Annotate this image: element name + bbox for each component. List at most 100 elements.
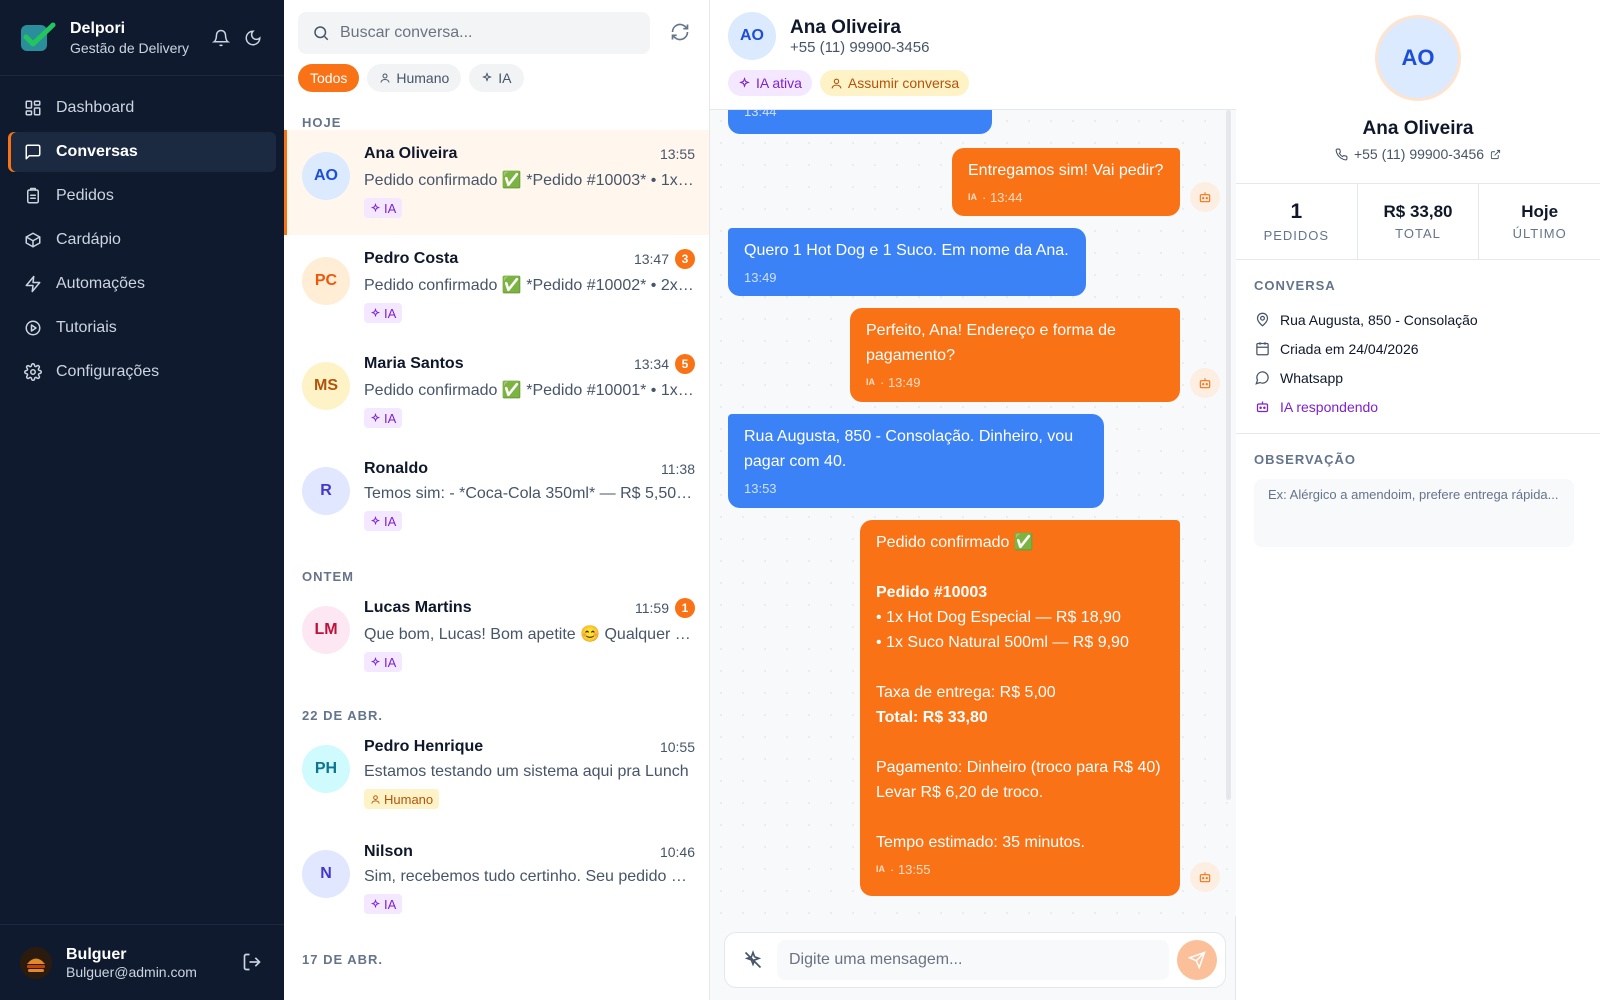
- filter-chip-ia[interactable]: IA: [469, 64, 524, 92]
- ia-tag: IA: [364, 511, 403, 531]
- avatar: R: [302, 467, 350, 515]
- message-time: 13:44: [989, 190, 1023, 205]
- unread-badge: 1: [675, 598, 695, 618]
- search-icon: [312, 24, 330, 42]
- contact-detail-panel: AO Ana Oliveira +55 (11) 99900-3456 1 PED…: [1236, 0, 1600, 1000]
- message-bubble: Entregamos sim! Vai pedir? IA · 13:44: [952, 148, 1180, 216]
- send-icon: [1188, 951, 1206, 969]
- message-text: • 1x Suco Natural 500ml — R$ 9,90: [876, 634, 1129, 651]
- logout-icon[interactable]: [242, 952, 264, 974]
- message-time: 13:49: [887, 375, 921, 390]
- unread-badge: 3: [675, 249, 695, 269]
- sparkle-icon: [739, 76, 750, 88]
- sidebar-item-label: Pedidos: [56, 187, 114, 204]
- sidebar-item-tutoriais[interactable]: Tutoriais: [8, 308, 276, 348]
- user-icon: [371, 794, 380, 804]
- sidebar-item-conversas[interactable]: Conversas: [8, 132, 276, 172]
- scrollbar[interactable]: [1226, 110, 1231, 800]
- ia-tag: IA: [364, 303, 403, 323]
- gear-icon: [24, 363, 42, 381]
- conversation-time: 11:38: [661, 461, 695, 477]
- user-name: Bulguer: [66, 945, 127, 963]
- info-row: Criada em 24/04/2026: [1254, 334, 1582, 363]
- sidebar-item-label: Tutoriais: [56, 319, 117, 336]
- sidebar-item-configurações[interactable]: Configurações: [8, 352, 276, 392]
- info-text: Criada em 24/04/2026: [1280, 340, 1419, 357]
- avatar: N: [302, 850, 350, 898]
- section-header: 17 DE ABR.: [302, 952, 384, 967]
- filter-chips: Todos Humano IA: [284, 54, 709, 92]
- robot-icon: [1190, 862, 1220, 892]
- stat-último: Hoje ÚLTIMO: [1479, 184, 1600, 259]
- sparkle-icon: [370, 202, 381, 212]
- sidebar-item-label: Conversas: [56, 143, 138, 160]
- chat-avatar: AO: [728, 12, 776, 60]
- filter-chip-todos[interactable]: Todos: [298, 64, 360, 92]
- filter-chip-label: IA: [498, 70, 512, 86]
- section-header: HOJE: [302, 115, 342, 130]
- robot-icon: [1254, 399, 1270, 415]
- chat-header: AO Ana Oliveira +55 (11) 99900-3456 IA a…: [710, 0, 1236, 110]
- contact-avatar: AO: [1378, 18, 1458, 98]
- refresh-icon[interactable]: [670, 22, 692, 44]
- avatar: AO: [302, 152, 350, 200]
- bell-icon[interactable]: [210, 27, 232, 49]
- section-header: 22 DE ABR.: [302, 708, 384, 723]
- conversation-sections: HOJE AO Ana Oliveira 13:55 Pedido confirmado…: [284, 92, 709, 967]
- conversation-item[interactable]: AO Ana Oliveira 13:55 Pedido confirmado ✅ *…: [284, 130, 709, 235]
- sparkle-icon: [370, 898, 381, 908]
- conversation-item[interactable]: N Nilson 10:46 Sim, recebemos tudo certinho…: [284, 828, 709, 933]
- conversation-item[interactable]: PC Pedro Costa 13:47 3 Pedido confirmado ✅ *…: [284, 235, 709, 340]
- send-button[interactable]: [1177, 940, 1217, 980]
- sidebar-item-pedidos[interactable]: Pedidos: [8, 176, 276, 216]
- ai-off-icon[interactable]: [743, 950, 763, 970]
- bolt-icon: [24, 275, 42, 293]
- message-text: [876, 655, 1164, 680]
- conversation-time: 11:59: [635, 600, 669, 616]
- conversation-item[interactable]: MS Maria Santos 13:34 5 Pedido confirmado ✅ …: [284, 340, 709, 445]
- conversation-name: Lucas Martins: [364, 599, 472, 616]
- conversation-preview: Pedido confirmado ✅ *Pedido #10003* • 1x…: [364, 172, 695, 189]
- stat-total: R$ 33,80 TOTAL: [1358, 184, 1480, 259]
- sidebar-item-automações[interactable]: Automações: [8, 264, 276, 304]
- conversation-item[interactable]: PH Pedro Henrique 10:55 Estamos testando um…: [284, 723, 709, 828]
- take-over-button[interactable]: Assumir conversa: [819, 70, 970, 96]
- search-input[interactable]: [340, 24, 620, 42]
- human-tag: Humano: [364, 789, 440, 809]
- filter-chip-label: Humano: [396, 70, 450, 86]
- sidebar-item-cardápio[interactable]: Cardápio: [8, 220, 276, 260]
- info-row: Rua Augusta, 850 - Consolação: [1254, 305, 1582, 334]
- sidebar-item-label: Dashboard: [56, 99, 135, 116]
- conversation-time: 13:34: [633, 356, 669, 372]
- tag-label: IA: [384, 654, 397, 670]
- conversation-preview: Pedido confirmado ✅ *Pedido #10002* • 2x…: [364, 277, 695, 294]
- stat-value: Hoje: [1521, 202, 1559, 221]
- ia-active-chip[interactable]: IA ativa: [728, 70, 812, 96]
- info-text: Whatsapp: [1280, 369, 1344, 386]
- conversation-item[interactable]: R Ronaldo 11:38 Temos sim: - *Coca-Cola 350…: [284, 445, 709, 550]
- conversation-preview: Que bom, Lucas! Bom apetite 😊 Qualquer c…: [364, 626, 695, 643]
- ia-marker: IA: [876, 864, 885, 874]
- clipboard-icon: [24, 187, 42, 205]
- contact-stats: 1 PEDIDOS R$ 33,80 TOTAL Hoje ÚLTIMO: [1236, 184, 1600, 260]
- conversation-item[interactable]: LM Lucas Martins 11:59 1 Que bom, Lucas! Bom…: [284, 584, 709, 689]
- sidebar-item-label: Configurações: [56, 363, 160, 380]
- message-area[interactable]: 13:44 Entregamos sim! Vai pedir? IA · 13:…: [710, 110, 1236, 916]
- observation-input[interactable]: [1254, 479, 1574, 547]
- stat-label: PEDIDOS: [1263, 228, 1330, 243]
- section-title: CONVERSA: [1254, 278, 1336, 293]
- contact-phone-link[interactable]: +55 (11) 99900-3456: [1335, 146, 1501, 162]
- moon-icon[interactable]: [242, 27, 264, 49]
- message-text: Total: R$ 33,80: [876, 709, 988, 726]
- filter-chip-humano[interactable]: Humano: [367, 64, 462, 92]
- message-text: Taxa de entrega: R$ 5,00: [876, 684, 1056, 701]
- sidebar-item-label: Automações: [56, 275, 145, 292]
- section-header: ONTEM: [302, 569, 354, 584]
- message-time: 13:53: [744, 481, 777, 496]
- conversation-name: Ronaldo: [364, 460, 428, 477]
- sidebar-item-dashboard[interactable]: Dashboard: [8, 88, 276, 128]
- message-input[interactable]: [777, 940, 1169, 980]
- info-text: IA respondendo: [1280, 398, 1379, 415]
- section-title: OBSERVAÇÃO: [1254, 452, 1356, 467]
- sparkle-icon: [482, 72, 493, 82]
